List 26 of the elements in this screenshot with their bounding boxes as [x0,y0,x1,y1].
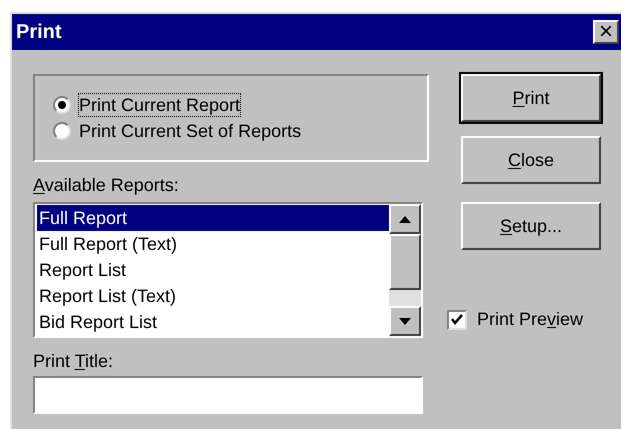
dialog-button[interactable]: Close [461,136,601,184]
down-arrow-icon [399,318,411,324]
list-item[interactable]: Bid Report List [37,309,389,335]
close-button[interactable]: × [593,20,619,44]
scroll-down-button[interactable] [389,306,421,336]
scroll-up-button[interactable] [389,204,421,234]
scrollbar[interactable] [389,204,421,336]
list-item[interactable]: Report List (Text) [37,283,389,309]
checkbox-label[interactable]: Print Preview [477,306,584,333]
dialog-button[interactable]: Print [461,74,601,122]
field-label: Print Title: [33,350,114,372]
print-title-field[interactable] [33,376,423,414]
checkbox[interactable] [447,310,467,330]
radio-label[interactable]: Print Current Report [79,94,240,116]
radio-button[interactable] [53,122,71,140]
list-label: Available Reports: [33,174,179,196]
list-item[interactable]: Full Report [37,205,389,231]
dialog-button[interactable]: Setup... [461,202,601,250]
up-arrow-icon [399,216,411,222]
list-item[interactable]: Report List [37,257,389,283]
list-item[interactable]: Full Report (Text) [37,231,389,257]
window-title: Print [16,20,62,45]
checkmark-icon [451,314,463,325]
radio-button[interactable] [53,96,71,114]
radio-label[interactable]: Print Current Set of Reports [79,120,302,142]
scroll-thumb[interactable] [389,234,421,290]
